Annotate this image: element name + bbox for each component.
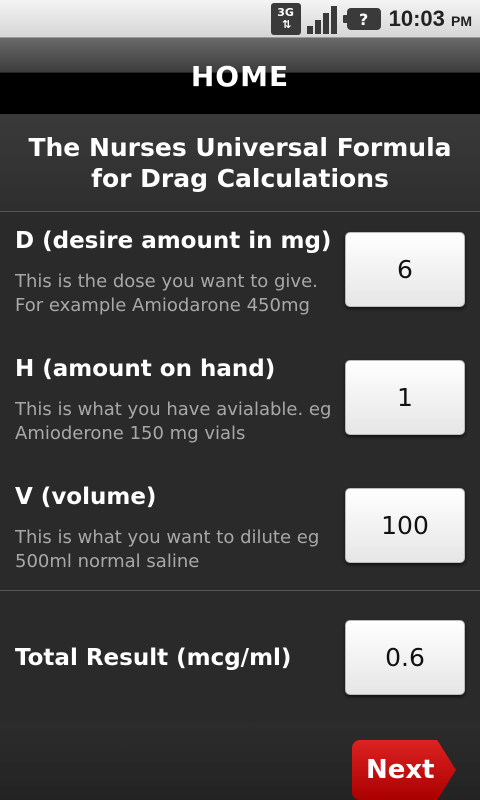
formula-heading: The Nurses Universal Formula for Drag Ca… (0, 114, 480, 212)
result-label: Total Result (mcg/ml) (15, 645, 292, 671)
clock-ampm: PM (451, 13, 472, 29)
battery-label: ? (358, 9, 369, 29)
volume-row: V (volume) This is what you want to dilu… (0, 468, 480, 590)
page-title: HOME (190, 59, 290, 93)
result-field[interactable] (345, 620, 465, 695)
status-icons: 3G ⇅ ? 10:03 PM (270, 0, 480, 38)
on-hand-input[interactable] (345, 360, 465, 435)
dose-row: D (desire amount in mg) This is the dose… (0, 212, 480, 340)
volume-input[interactable] (345, 488, 465, 563)
result-row: Total Result (mcg/ml) (0, 591, 480, 722)
volume-description: This is what you want to dilute eg 500ml… (15, 527, 320, 572)
volume-label: V (volume) (15, 484, 157, 510)
next-button-label: Next (366, 755, 435, 785)
dose-input[interactable] (345, 232, 465, 307)
dose-description: This is the dose you want to give. For e… (15, 271, 318, 316)
battery-icon: ? (342, 8, 381, 30)
status-bar: 3G ⇅ ? 10:03 PM (0, 0, 480, 38)
next-button[interactable]: Next (352, 740, 456, 800)
title-bar: HOME (0, 38, 480, 114)
signal-icon (306, 4, 339, 34)
on-hand-label: H (amount on hand) (15, 356, 276, 382)
dose-label: D (desire amount in mg) (15, 228, 332, 254)
clock: 10:03 PM (389, 6, 472, 32)
network-3g-icon: 3G ⇅ (270, 3, 301, 35)
on-hand-row: H (amount on hand) This is what you have… (0, 340, 480, 468)
on-hand-description: This is what you have avialable. eg Amio… (15, 399, 332, 444)
formula-heading-text: The Nurses Universal Formula for Drag Ca… (28, 132, 452, 193)
clock-time: 10:03 (388, 6, 445, 31)
